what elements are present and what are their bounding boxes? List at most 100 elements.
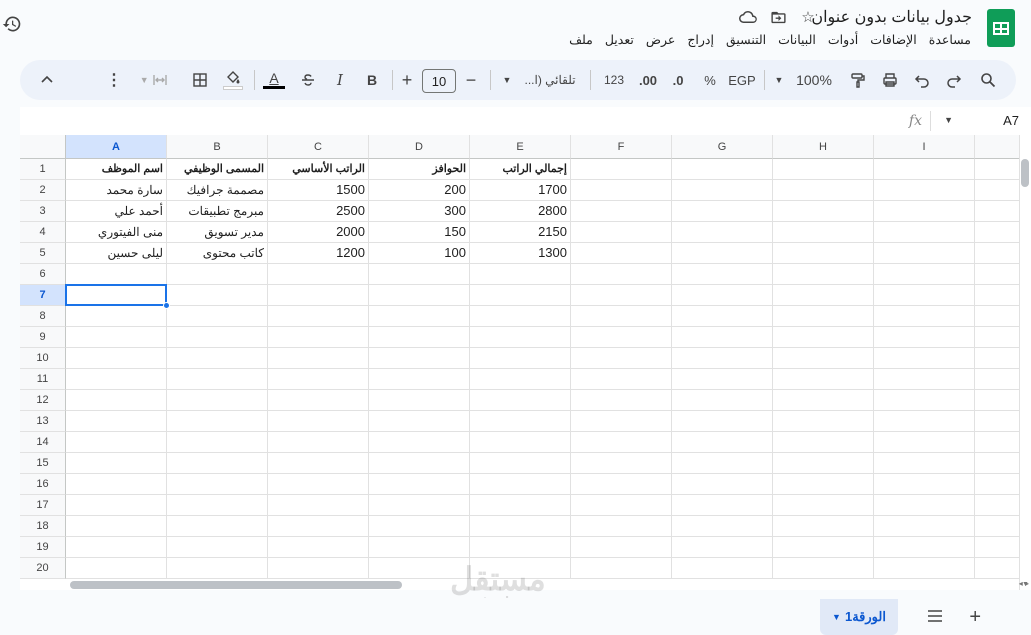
- cell-i14[interactable]: [874, 432, 975, 453]
- cell-d12[interactable]: [369, 390, 470, 411]
- cell-c11[interactable]: [268, 369, 369, 390]
- cell-f13[interactable]: [571, 411, 672, 432]
- cell-b17[interactable]: [167, 495, 268, 516]
- cell-h12[interactable]: [773, 390, 874, 411]
- cell-g17[interactable]: [672, 495, 773, 516]
- row-header-18[interactable]: 18: [20, 516, 66, 537]
- cell-f17[interactable]: [571, 495, 672, 516]
- font-family-select[interactable]: تلقائي (ا...: [518, 60, 582, 100]
- row-header-1[interactable]: 1: [20, 159, 66, 180]
- cell-c14[interactable]: [268, 432, 369, 453]
- cell-f20[interactable]: [571, 558, 672, 579]
- menu-view[interactable]: عرض: [646, 32, 675, 47]
- cell-f12[interactable]: [571, 390, 672, 411]
- cell-b16[interactable]: [167, 474, 268, 495]
- cell-h6[interactable]: [773, 264, 874, 285]
- column-header-i[interactable]: I: [874, 135, 975, 159]
- borders-icon[interactable]: [188, 60, 212, 100]
- cell-h2[interactable]: [773, 180, 874, 201]
- cell-f10[interactable]: [571, 348, 672, 369]
- cell-f9[interactable]: [571, 327, 672, 348]
- cell-e7[interactable]: [470, 285, 571, 306]
- cell-d1[interactable]: الحوافز: [369, 159, 470, 180]
- cell-g2[interactable]: [672, 180, 773, 201]
- sheet-tab-dropdown-icon[interactable]: ▼: [832, 612, 841, 622]
- star-icon[interactable]: ☆: [799, 8, 817, 26]
- cell-c9[interactable]: [268, 327, 369, 348]
- cell-h9[interactable]: [773, 327, 874, 348]
- cell-a14[interactable]: [66, 432, 167, 453]
- zoom-select[interactable]: 100%: [792, 60, 836, 100]
- undo-icon[interactable]: [910, 60, 934, 100]
- cell-e3[interactable]: 2800: [470, 201, 571, 222]
- name-box-dropdown-icon[interactable]: ▼: [944, 115, 953, 125]
- cell-a1[interactable]: اسم الموظف: [66, 159, 167, 180]
- cell-g12[interactable]: [672, 390, 773, 411]
- cell-d4[interactable]: 150: [369, 222, 470, 243]
- document-title[interactable]: جدول بيانات بدون عنوان: [811, 7, 972, 27]
- cell-a2[interactable]: سارة محمد: [66, 180, 167, 201]
- row-header-11[interactable]: 11: [20, 369, 66, 390]
- row-header-15[interactable]: 15: [20, 453, 66, 474]
- cell-i4[interactable]: [874, 222, 975, 243]
- menu-extensions[interactable]: الإضافات: [870, 32, 917, 47]
- cell-i10[interactable]: [874, 348, 975, 369]
- font-size-input[interactable]: 10: [422, 69, 456, 93]
- version-history-icon[interactable]: [2, 14, 22, 34]
- text-color-icon[interactable]: A: [260, 60, 288, 100]
- cell-b12[interactable]: [167, 390, 268, 411]
- italic-button[interactable]: I: [328, 60, 352, 100]
- row-header-6[interactable]: 6: [20, 264, 66, 285]
- vertical-scroll-thumb[interactable]: [1021, 159, 1029, 187]
- cell-f16[interactable]: [571, 474, 672, 495]
- currency-format-button[interactable]: EGP: [726, 60, 758, 100]
- cell-a5[interactable]: ليلى حسين: [66, 243, 167, 264]
- cell-a20[interactable]: [66, 558, 167, 579]
- cell-a19[interactable]: [66, 537, 167, 558]
- cell-e4[interactable]: 2150: [470, 222, 571, 243]
- cell-a13[interactable]: [66, 411, 167, 432]
- cell-b9[interactable]: [167, 327, 268, 348]
- cell-a3[interactable]: أحمد علي: [66, 201, 167, 222]
- cell-e16[interactable]: [470, 474, 571, 495]
- cell-d2[interactable]: 200: [369, 180, 470, 201]
- cell-e10[interactable]: [470, 348, 571, 369]
- cell-e2[interactable]: 1700: [470, 180, 571, 201]
- cell-g11[interactable]: [672, 369, 773, 390]
- cell-i20[interactable]: [874, 558, 975, 579]
- cell-c17[interactable]: [268, 495, 369, 516]
- cell-c16[interactable]: [268, 474, 369, 495]
- number-format-button[interactable]: 123: [600, 60, 628, 100]
- cell-b18[interactable]: [167, 516, 268, 537]
- cell-c13[interactable]: [268, 411, 369, 432]
- search-menus-icon[interactable]: [976, 60, 1000, 100]
- cell-a16[interactable]: [66, 474, 167, 495]
- cell-i12[interactable]: [874, 390, 975, 411]
- cell-g14[interactable]: [672, 432, 773, 453]
- cell-d10[interactable]: [369, 348, 470, 369]
- cell-d13[interactable]: [369, 411, 470, 432]
- cell-e20[interactable]: [470, 558, 571, 579]
- cell-i7[interactable]: [874, 285, 975, 306]
- menu-tools[interactable]: أدوات: [828, 32, 858, 47]
- cell-d8[interactable]: [369, 306, 470, 327]
- cell-b20[interactable]: [167, 558, 268, 579]
- cell-b15[interactable]: [167, 453, 268, 474]
- cell-a17[interactable]: [66, 495, 167, 516]
- cell-a7[interactable]: [66, 285, 167, 306]
- row-header-3[interactable]: 3: [20, 201, 66, 222]
- cell-c6[interactable]: [268, 264, 369, 285]
- cell-b19[interactable]: [167, 537, 268, 558]
- formula-input[interactable]: [20, 109, 900, 133]
- cell-i15[interactable]: [874, 453, 975, 474]
- menu-file[interactable]: ملف: [569, 32, 593, 47]
- cell-e8[interactable]: [470, 306, 571, 327]
- cell-f8[interactable]: [571, 306, 672, 327]
- cell-h16[interactable]: [773, 474, 874, 495]
- cloud-saved-icon[interactable]: [739, 8, 757, 26]
- vertical-scrollbar[interactable]: ▼: [1019, 135, 1031, 590]
- more-options-icon[interactable]: ⋮: [104, 60, 124, 100]
- cell-h7[interactable]: [773, 285, 874, 306]
- cell-i6[interactable]: [874, 264, 975, 285]
- cell-g4[interactable]: [672, 222, 773, 243]
